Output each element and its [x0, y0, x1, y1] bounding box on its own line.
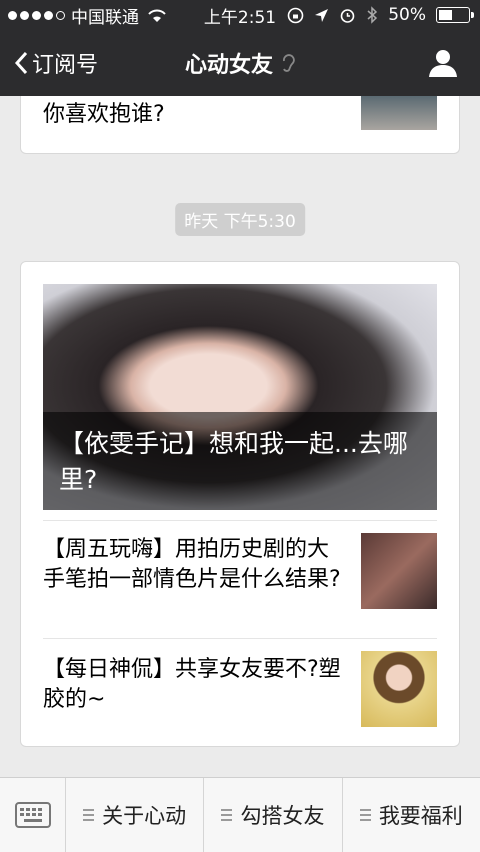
status-bar: 中国联通 上午2:51 50%: [0, 0, 480, 30]
back-label: 订阅号: [32, 53, 99, 78]
article-item[interactable]: 【每日神侃】共享女友要不?塑胶的~: [43, 638, 437, 738]
menu-list-icon: [359, 809, 371, 821]
person-icon[interactable]: [428, 48, 458, 78]
keyboard-toggle-button[interactable]: [0, 778, 66, 852]
article-item-title: 【每日神侃】共享女友要不?塑胶的~: [43, 657, 341, 712]
battery-percent: 50%: [388, 5, 426, 25]
menu-item-chat[interactable]: 勾搭女友: [204, 778, 343, 852]
article-item-thumbnail: [361, 651, 437, 727]
menu-item-benefits[interactable]: 我要福利: [343, 778, 480, 852]
previous-article-thumbnail: [361, 96, 437, 130]
location-arrow-icon: [315, 8, 329, 22]
signal-strength-icon: [8, 10, 65, 20]
menu-item-about[interactable]: 关于心动: [66, 778, 205, 852]
article-card: 【依雯手记】想和我一起...去哪里? 【周五玩嗨】用拍历史剧的大手笔拍一部情色片…: [20, 261, 460, 747]
article-item[interactable]: 【周五玩嗨】用拍历史剧的大手笔拍一部情色片是什么结果?: [43, 520, 437, 638]
menu-list-icon: [221, 809, 233, 821]
menu-item-label: 勾搭女友: [240, 804, 325, 828]
rotation-lock-icon: [287, 7, 304, 23]
article-item-title: 【周五玩嗨】用拍历史剧的大手笔拍一部情色片是什么结果?: [43, 537, 341, 592]
previous-article-card[interactable]: 你喜欢抱谁?: [20, 96, 460, 154]
battery-icon: [436, 7, 474, 23]
menu-list-icon: [83, 809, 95, 821]
wifi-icon: [148, 9, 166, 22]
chevron-left-icon: [14, 51, 28, 75]
article-item-thumbnail: [361, 533, 437, 609]
previous-article-title: 你喜欢抱谁?: [43, 102, 165, 127]
back-button[interactable]: 订阅号: [14, 47, 98, 79]
hero-article[interactable]: 【依雯手记】想和我一起...去哪里?: [43, 284, 437, 510]
carrier-name: 中国联通: [71, 7, 139, 28]
bluetooth-icon: [367, 6, 378, 24]
status-time: 上午2:51: [203, 7, 277, 28]
top-bar: 中国联通 上午2:51 50% 订阅号 心动女友: [0, 0, 480, 96]
battery-fill: [439, 10, 452, 20]
keyboard-icon: [14, 802, 51, 828]
page-title: 心动女友: [185, 47, 295, 79]
hero-article-title: 【依雯手记】想和我一起...去哪里?: [43, 412, 437, 510]
nav-bar: 订阅号 心动女友: [0, 30, 480, 96]
account-name: 心动女友: [184, 53, 274, 78]
menu-item-label: 关于心动: [102, 804, 187, 828]
menu-item-label: 我要福利: [378, 804, 463, 828]
alarm-icon: [340, 8, 355, 23]
message-timestamp: 昨天 下午5:30: [175, 203, 305, 236]
bottom-menu-bar: 关于心动 勾搭女友 我要福利: [0, 777, 480, 852]
ear-icon: [283, 54, 295, 72]
